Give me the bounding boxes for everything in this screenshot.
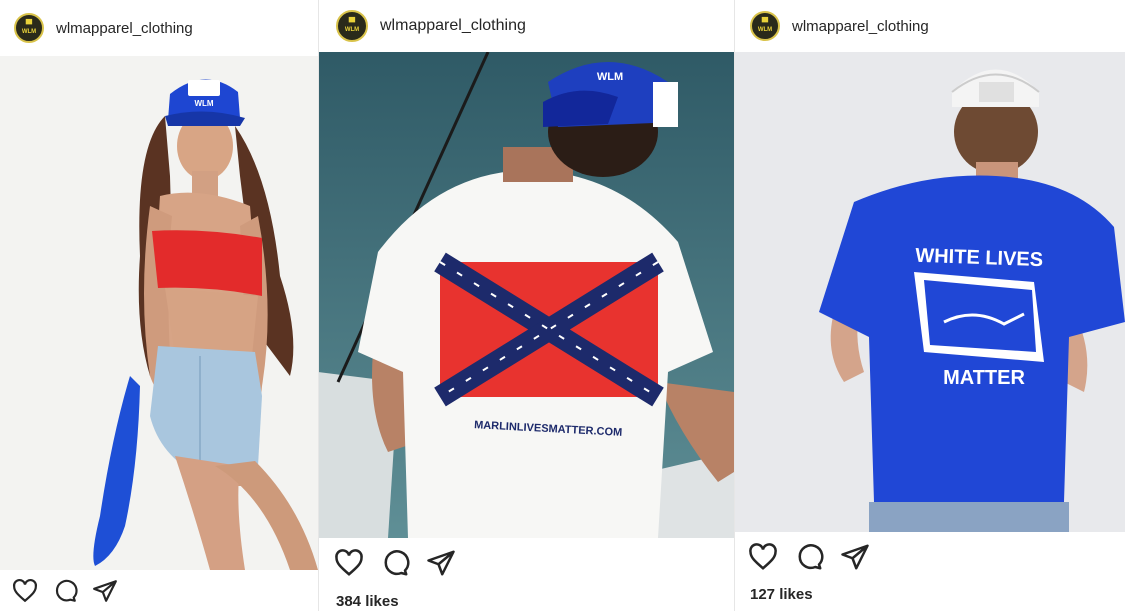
panel-divider <box>734 0 735 611</box>
photo-man-blue-shirt: WHITE LIVES MATTER <box>734 52 1125 532</box>
heart-icon[interactable] <box>12 578 38 604</box>
like-count[interactable]: 384 likes <box>336 593 399 610</box>
flag-graphic <box>434 252 664 407</box>
avatar[interactable]: ▀ WLM <box>336 10 368 42</box>
post-card: ▀ WLM wlmapparel_clothing <box>734 0 1125 611</box>
post-actions <box>334 548 456 578</box>
post-card: ▀ WLM wlmapparel_clothing <box>0 0 318 611</box>
photo-woman-in-cap: WLM <box>0 56 318 570</box>
username[interactable]: wlmapparel_clothing <box>792 18 929 35</box>
post-header: ▀ WLM wlmapparel_clothing <box>0 0 318 56</box>
shirt-text-top: WHITE LIVES <box>915 245 1043 271</box>
hat-text: WLM <box>597 71 623 83</box>
post-photo[interactable]: WHITE LIVES MATTER <box>734 52 1125 532</box>
avatar-text: WLM <box>757 27 773 33</box>
avatar-text: WLM <box>21 29 37 35</box>
post-photo[interactable]: WLM MARLINLIVESMATTER.COM <box>318 52 734 538</box>
comment-icon[interactable] <box>380 548 410 578</box>
hat-text: WLM <box>194 99 213 108</box>
share-icon[interactable] <box>426 548 456 578</box>
like-count[interactable]: 127 likes <box>750 586 813 603</box>
logo-icon: ▀ <box>761 17 769 27</box>
share-icon[interactable] <box>92 578 118 604</box>
username[interactable]: wlmapparel_clothing <box>56 20 193 37</box>
avatar-text: WLM <box>344 27 360 33</box>
heart-icon[interactable] <box>748 542 778 572</box>
post-photo[interactable]: WLM <box>0 56 318 570</box>
avatar[interactable]: ▀ WLM <box>14 13 44 43</box>
post-actions <box>748 542 870 572</box>
post-header: ▀ WLM wlmapparel_clothing <box>318 0 734 52</box>
username[interactable]: wlmapparel_clothing <box>380 17 526 35</box>
post-header: ▀ WLM wlmapparel_clothing <box>734 0 1125 52</box>
panel-divider <box>318 0 319 611</box>
marlin-flag-graphic <box>914 272 1044 362</box>
post-actions <box>12 578 118 604</box>
shirt-text-bottom: MATTER <box>943 367 1025 389</box>
post-card: ▀ WLM wlmapparel_clothing <box>318 0 734 611</box>
avatar[interactable]: ▀ WLM <box>750 11 780 41</box>
logo-icon: ▀ <box>25 19 33 29</box>
share-icon[interactable] <box>840 542 870 572</box>
heart-icon[interactable] <box>334 548 364 578</box>
photo-man-flag-shirt: WLM MARLINLIVESMATTER.COM <box>318 52 734 538</box>
comment-icon[interactable] <box>52 578 78 604</box>
logo-icon: ▀ <box>348 17 356 27</box>
comment-icon[interactable] <box>794 542 824 572</box>
